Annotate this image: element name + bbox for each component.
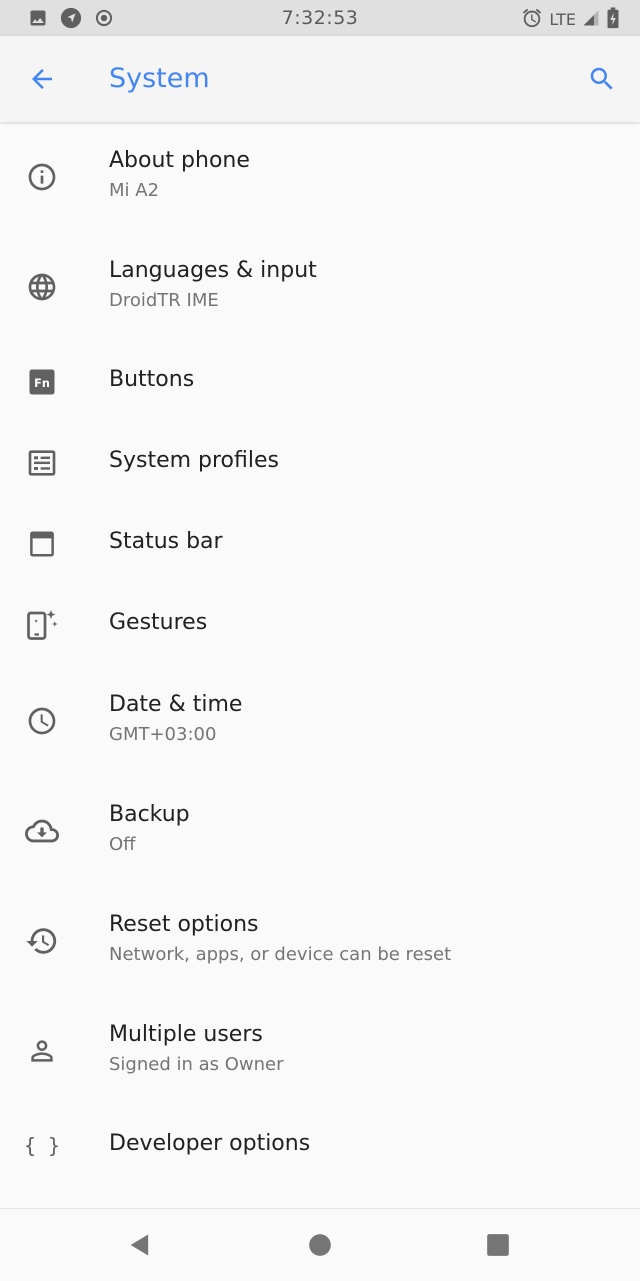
search-icon (590, 67, 613, 90)
profiles-icon (22, 443, 62, 483)
gestures-icon (22, 605, 62, 645)
setting-title: Multiple users (109, 1022, 263, 1047)
alarm-icon (521, 7, 543, 33)
globe-icon (22, 267, 62, 307)
cloud-backup-icon (22, 811, 62, 851)
nav-recents-button[interactable] (480, 1227, 516, 1263)
nav-home-button[interactable] (302, 1227, 338, 1263)
setting-status-bar[interactable]: Status bar (0, 504, 640, 585)
setting-system-profiles[interactable]: System profiles (0, 423, 640, 504)
svg-text:{ }: { } (26, 1134, 58, 1158)
app-bar: System (0, 36, 640, 122)
person-icon (22, 1031, 62, 1071)
setting-backup[interactable]: Backup Off (0, 776, 640, 886)
network-type-label: LTE (549, 10, 576, 29)
status-bar-icon (22, 524, 62, 564)
search-button[interactable] (584, 61, 620, 97)
braces-icon: { } (22, 1126, 62, 1166)
battery-charging-icon (606, 7, 620, 33)
settings-list: About phone Mi A2 Languages & input Droi… (0, 122, 640, 1187)
setting-buttons[interactable]: Fn Buttons (0, 342, 640, 423)
setting-date-time[interactable]: Date & time GMT+03:00 (0, 666, 640, 776)
setting-gestures[interactable]: Gestures (0, 585, 640, 666)
nav-back-icon (130, 1234, 149, 1256)
setting-summary: Off (109, 834, 136, 855)
setting-developer-options[interactable]: { } Developer options (0, 1106, 640, 1187)
nav-recents-icon (487, 1234, 509, 1256)
setting-title: Buttons (109, 367, 195, 392)
setting-multiple-users[interactable]: Multiple users Signed in as Owner (0, 996, 640, 1106)
back-button[interactable] (24, 61, 60, 97)
arrow-back-icon (32, 69, 52, 89)
setting-reset-options[interactable]: Reset options Network, apps, or device c… (0, 886, 640, 996)
setting-title: Date & time (109, 692, 243, 717)
setting-summary: GMT+03:00 (109, 724, 217, 745)
page-title: System (109, 63, 210, 94)
info-icon (22, 157, 62, 197)
setting-title: Developer options (109, 1131, 311, 1156)
reset-history-icon (22, 921, 62, 961)
lte-signal-icon (582, 9, 600, 31)
fn-key-icon: Fn (22, 362, 62, 402)
clock-icon (22, 701, 62, 741)
setting-about-phone[interactable]: About phone Mi A2 (0, 122, 640, 232)
setting-summary: DroidTR IME (109, 290, 219, 311)
status-bar-system-icons: LTE (521, 7, 620, 33)
nav-back-button[interactable] (122, 1227, 158, 1263)
setting-summary: Signed in as Owner (109, 1054, 284, 1075)
svg-text:Fn: Fn (34, 377, 50, 390)
status-bar: 7:32:53 LTE (0, 0, 640, 36)
setting-title: About phone (109, 148, 250, 173)
setting-title: Reset options (109, 912, 259, 937)
setting-title: Gestures (109, 610, 208, 635)
setting-summary: Mi A2 (109, 180, 160, 201)
setting-title: Backup (109, 802, 190, 827)
setting-title: Languages & input (109, 258, 317, 283)
setting-languages-input[interactable]: Languages & input DroidTR IME (0, 232, 640, 342)
setting-summary: Network, apps, or device can be reset (109, 944, 452, 965)
navigation-bar (0, 1208, 640, 1281)
setting-title: System profiles (109, 448, 279, 473)
nav-home-icon (309, 1234, 331, 1256)
setting-title: Status bar (109, 529, 223, 554)
